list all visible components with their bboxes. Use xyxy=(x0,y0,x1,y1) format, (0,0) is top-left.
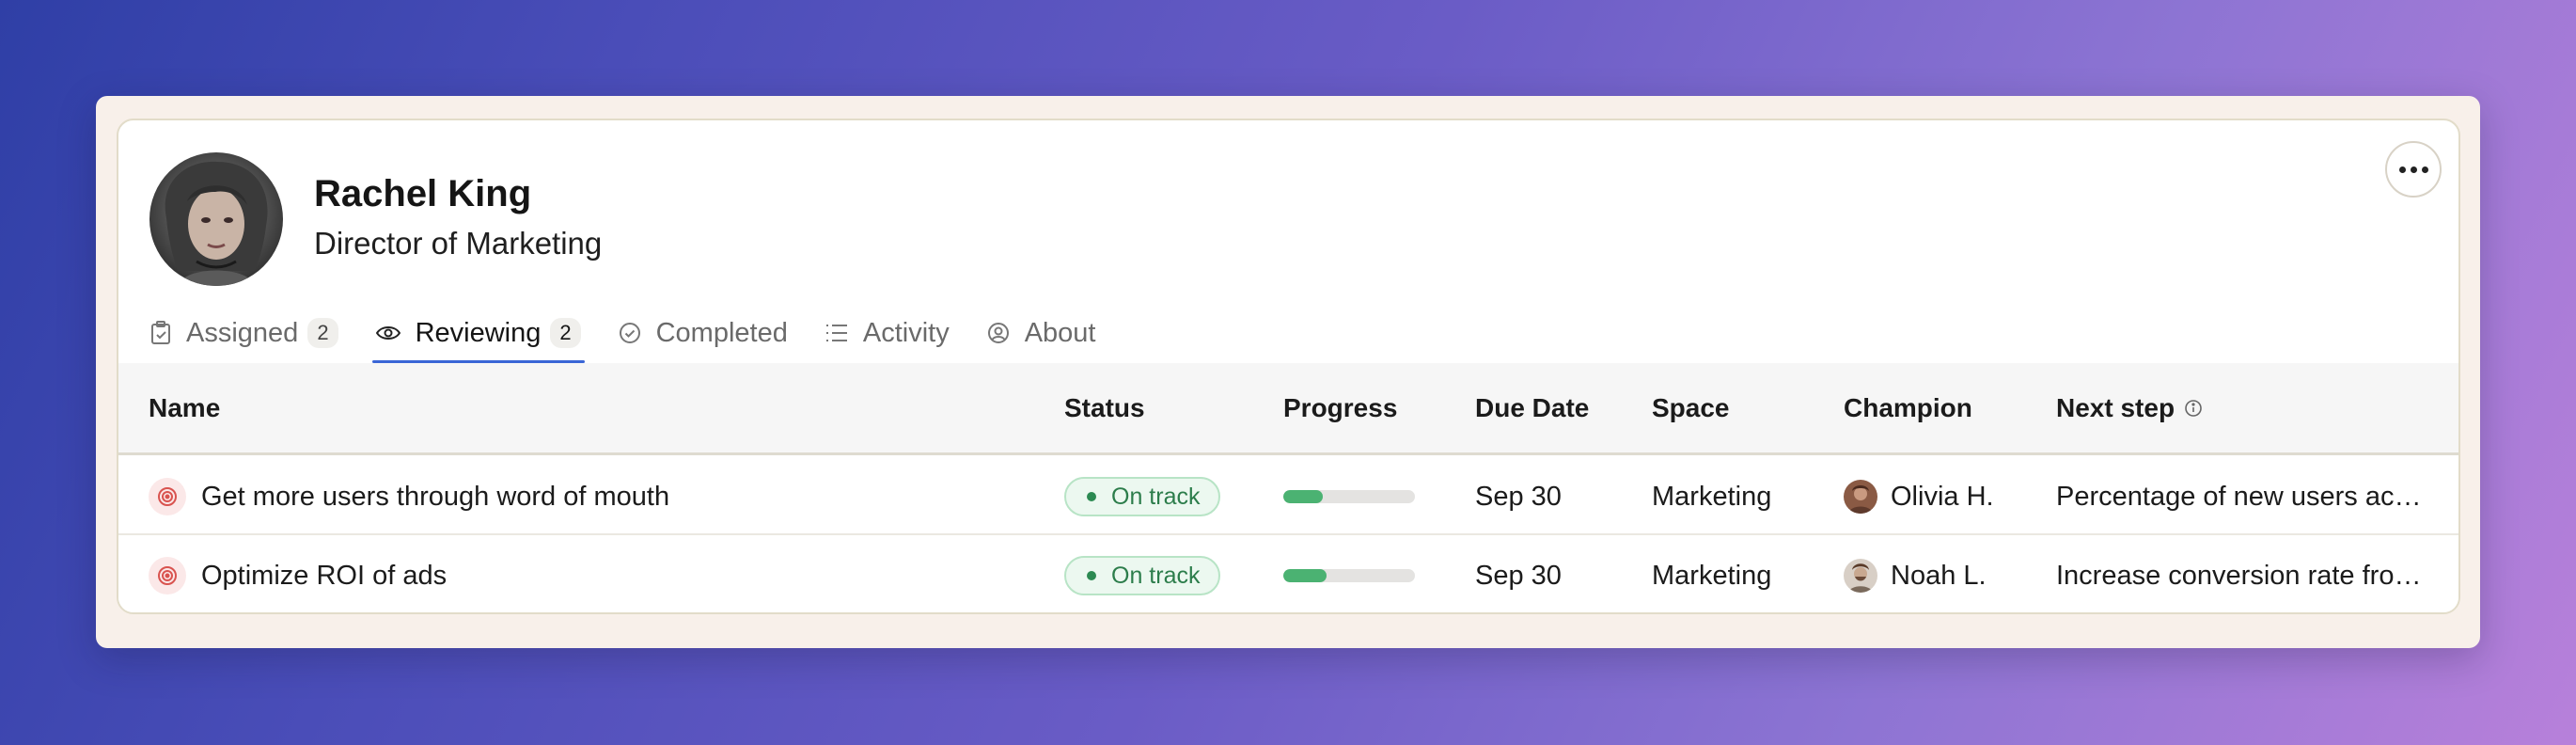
info-icon[interactable] xyxy=(2184,399,2203,418)
page-frame: Rachel King Director of Marketing Assign… xyxy=(96,96,2480,648)
space: Marketing xyxy=(1652,560,1772,591)
count-badge: 2 xyxy=(550,318,581,348)
next-step-text: Increase conversion rate from ad clicks xyxy=(2056,561,2432,591)
avatar xyxy=(1844,480,1877,514)
profile-tabs: Assigned 2 Reviewing 2 Completed Activit… xyxy=(147,305,1130,363)
list-icon xyxy=(825,323,848,343)
profile-name: Rachel King xyxy=(314,173,532,214)
progress-bar-fill xyxy=(1283,490,1323,503)
champion-name: Noah L. xyxy=(1891,560,1987,591)
status-badge: On track xyxy=(1064,477,1221,516)
target-icon xyxy=(149,478,186,515)
progress-bar xyxy=(1283,490,1415,503)
table-row[interactable]: Optimize ROI of ads On track Sep 30 Mark… xyxy=(118,537,2458,612)
count-badge: 2 xyxy=(307,318,338,348)
tab-assigned[interactable]: Assigned 2 xyxy=(147,305,342,361)
status-label: On track xyxy=(1111,483,1201,510)
tab-label: Activity xyxy=(862,317,950,348)
next-step-cell[interactable]: Increase conversion rate from ad clicks xyxy=(2056,537,2432,612)
more-dot-icon xyxy=(2421,166,2428,173)
check-circle-icon xyxy=(619,322,641,344)
tab-label: Reviewing xyxy=(415,317,542,348)
goal-name: Get more users through word of mouth xyxy=(201,481,670,512)
status-cell: On track xyxy=(1064,458,1221,535)
column-header-label: Next step xyxy=(2056,393,2175,422)
more-dot-icon xyxy=(2398,166,2406,173)
due-date: Sep 30 xyxy=(1475,560,1562,591)
column-header-space[interactable]: Space xyxy=(1652,393,1730,423)
next-step-text: Percentage of new users acquired through… xyxy=(2056,482,2432,512)
status-cell: On track xyxy=(1064,537,1221,612)
progress-cell xyxy=(1283,458,1415,535)
column-header-status[interactable]: Status xyxy=(1064,393,1145,423)
tab-label: Completed xyxy=(655,317,788,348)
progress-bar xyxy=(1283,569,1415,582)
champion-cell[interactable]: Olivia H. xyxy=(1844,458,1994,535)
goal-name-cell[interactable]: Optimize ROI of ads xyxy=(149,537,448,612)
tab-about[interactable]: About xyxy=(983,305,1100,361)
column-header-due-date[interactable]: Due Date xyxy=(1475,393,1589,423)
status-label: On track xyxy=(1111,562,1201,589)
eye-icon xyxy=(375,325,401,341)
goal-name: Optimize ROI of ads xyxy=(201,560,448,591)
tab-completed[interactable]: Completed xyxy=(615,305,792,361)
column-header-progress[interactable]: Progress xyxy=(1283,393,1397,423)
column-header-next-step[interactable]: Next step xyxy=(2056,393,2203,423)
status-dot-icon xyxy=(1087,492,1096,501)
tab-reviewing[interactable]: Reviewing 2 xyxy=(371,305,585,363)
champion-cell[interactable]: Noah L. xyxy=(1844,537,1987,612)
profile-title: Director of Marketing xyxy=(314,226,603,261)
progress-bar-fill xyxy=(1283,569,1327,582)
avatar xyxy=(1844,559,1877,593)
due-date: Sep 30 xyxy=(1475,481,1562,512)
space: Marketing xyxy=(1652,481,1772,512)
next-step-cell[interactable]: Percentage of new users acquired through… xyxy=(2056,458,2432,535)
tab-label: About xyxy=(1024,317,1096,348)
progress-cell xyxy=(1283,537,1415,612)
table-row[interactable]: Get more users through word of mouth On … xyxy=(118,458,2458,535)
column-header-champion[interactable]: Champion xyxy=(1844,393,1972,423)
status-badge: On track xyxy=(1064,556,1221,595)
profile-card: Rachel King Director of Marketing Assign… xyxy=(117,119,2460,614)
more-options-button[interactable] xyxy=(2385,141,2442,198)
avatar xyxy=(149,152,283,286)
tab-label: Assigned xyxy=(186,317,299,348)
table-header: Name Status Progress Due Date Space Cham… xyxy=(118,363,2458,455)
clipboard-icon xyxy=(150,321,171,345)
column-header-name[interactable]: Name xyxy=(149,393,220,423)
tab-activity[interactable]: Activity xyxy=(822,305,953,361)
champion-name: Olivia H. xyxy=(1891,481,1994,512)
more-dot-icon xyxy=(2410,166,2417,173)
user-circle-icon xyxy=(987,322,1010,344)
goal-name-cell[interactable]: Get more users through word of mouth xyxy=(149,458,669,535)
status-dot-icon xyxy=(1087,571,1096,580)
target-icon xyxy=(149,557,186,594)
